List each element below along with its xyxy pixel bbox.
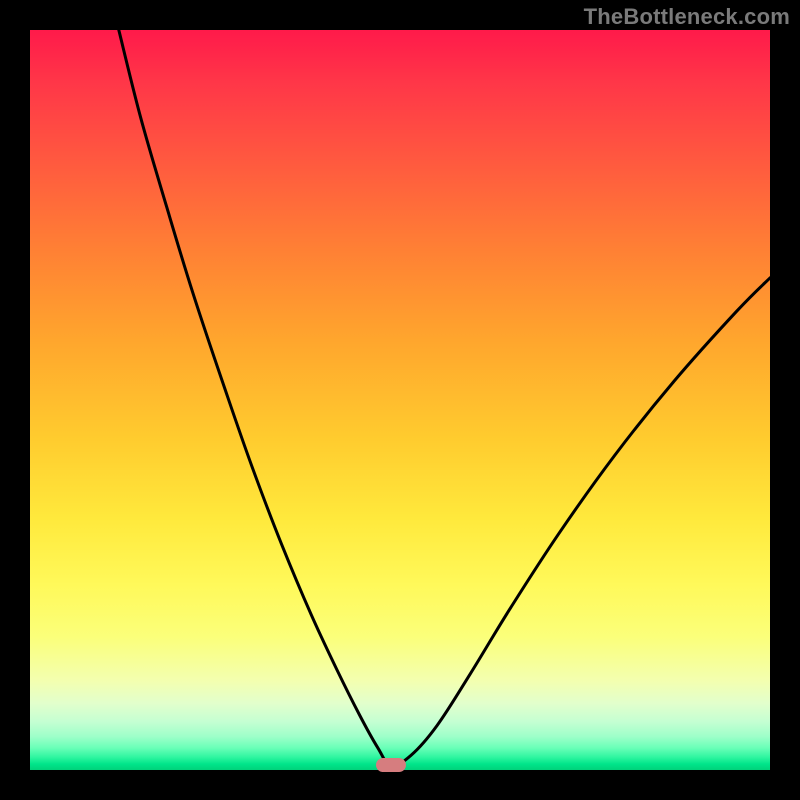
curve-path	[119, 30, 770, 766]
optimum-marker	[376, 758, 406, 772]
watermark-text: TheBottleneck.com	[584, 4, 790, 30]
chart-frame: TheBottleneck.com	[0, 0, 800, 800]
plot-area	[30, 30, 770, 770]
bottleneck-curve	[30, 30, 770, 770]
